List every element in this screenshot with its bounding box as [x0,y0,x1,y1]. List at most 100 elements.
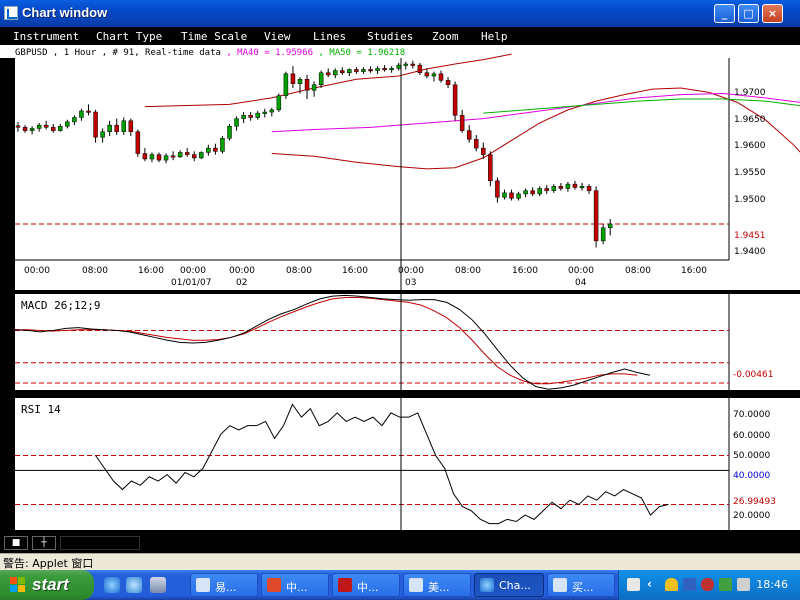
taskbar-item-label: 中... [357,581,379,594]
taskbar-item[interactable]: 中... [332,573,400,597]
candle-body [466,130,472,140]
ma40-readout: , MA40 = 1.95966 [226,48,313,58]
taskbar-item[interactable]: 美... [403,573,471,597]
candle-body [255,112,260,118]
candle-body [15,125,21,128]
internet-explorer-icon[interactable] [104,577,120,593]
candle-body [438,73,444,81]
candle-body [199,152,204,159]
time-label: 16:00 [138,266,164,276]
candle-body [79,110,84,118]
candle-body [121,120,126,132]
time-label: 00:00 [398,266,424,276]
security-icon[interactable] [701,578,714,591]
current-price-label: 1.9451 [734,231,766,241]
candle-body [128,120,134,132]
status-text: 警告: Applet 窗口 [3,557,94,570]
candle-body [135,131,141,154]
candle-body [333,70,338,76]
candle-body [22,127,28,131]
shield-icon[interactable] [665,578,678,591]
candle-body [481,147,486,155]
toolbar-button-crosshair[interactable]: ┼ [32,536,56,550]
taskbar-item-label: 易... [215,581,237,594]
candle-body [558,186,564,189]
candle-body [297,79,303,84]
candle-body [269,109,275,113]
candle-body [452,84,458,116]
toolbar-button-cursor[interactable]: ■ [4,536,28,550]
start-button[interactable]: start [0,570,94,600]
app-icon [338,578,352,592]
candle-body [100,131,105,138]
candle-body [354,69,359,72]
time-label: 00:00 [568,266,594,276]
candle-body [86,110,91,113]
candle-body [311,84,317,91]
show-desktop-icon[interactable] [150,577,166,593]
symbol-info: GBPUSD , 1 Hour , # 91, Real-time data [15,48,221,58]
macd-plot-area[interactable] [15,294,729,390]
rsi-tick: 70.0000 [733,410,770,420]
chevron-left-icon[interactable]: ‹ [647,577,660,591]
candle-body [509,192,514,199]
price-plot-area[interactable] [15,58,729,260]
candle-body [340,70,345,73]
time-label: 08:00 [455,266,481,276]
candle-body [170,155,176,158]
candle-body [488,154,493,182]
time-label: 08:00 [625,266,651,276]
candle-body [65,121,70,127]
candle-body [304,79,310,91]
taskbar-item[interactable]: 易... [190,573,258,597]
price-tick: 1.9700 [734,88,766,98]
date-label: 02 [236,278,247,288]
candle-body [530,190,535,195]
price-tick: 1.9400 [734,247,766,257]
chart-toolbar: ■ ┼ [0,534,800,553]
taskbar-item-active[interactable]: Cha... [474,573,544,597]
network-icon[interactable] [683,578,696,591]
candle-body [142,153,148,160]
candle-body [192,154,197,159]
start-label: start [32,575,69,594]
candle-body [43,124,49,128]
toolbar-field [60,536,140,550]
candle-body [325,72,331,76]
taskbar-item[interactable]: 中... [261,573,329,597]
candle-body [417,64,423,73]
time-label: 08:00 [286,266,312,276]
system-tray: ‹ 18:46 [618,570,800,600]
candle-body [572,183,578,188]
candle-body [403,63,408,66]
candle-body [361,69,366,72]
keyboard-icon[interactable] [627,578,640,591]
rsi-tick: 20.0000 [733,511,770,521]
candle-body [184,152,190,155]
date-label: 03 [405,278,416,288]
document-icon [409,578,423,592]
candle-body [593,190,599,242]
browser-icon [267,578,281,592]
document-icon [553,578,567,592]
candle-body [276,95,282,111]
taskbar-item-label: Cha... [499,579,531,592]
candle-body [156,154,162,161]
candle-body [318,72,324,86]
candle-body [495,180,500,198]
time-label: 16:00 [681,266,707,276]
candle-body [262,111,267,114]
chart-area[interactable]: GBPUSD , 1 Hour , # 91, Real-time data ,… [0,0,800,534]
macd-title: MACD 26;12;9 [21,299,100,312]
taskbar-item[interactable]: 买... [547,573,615,597]
candle-body [368,69,373,72]
volume-icon[interactable] [737,578,750,591]
candle-body [523,190,528,195]
candle-body [347,69,352,73]
taskbar-item-label: 买... [572,581,594,594]
clock: 18:46 [756,578,788,591]
antivirus-icon[interactable] [719,578,732,591]
browser-icon[interactable] [126,577,142,593]
candle-body [410,63,416,66]
candle-body [474,139,479,149]
